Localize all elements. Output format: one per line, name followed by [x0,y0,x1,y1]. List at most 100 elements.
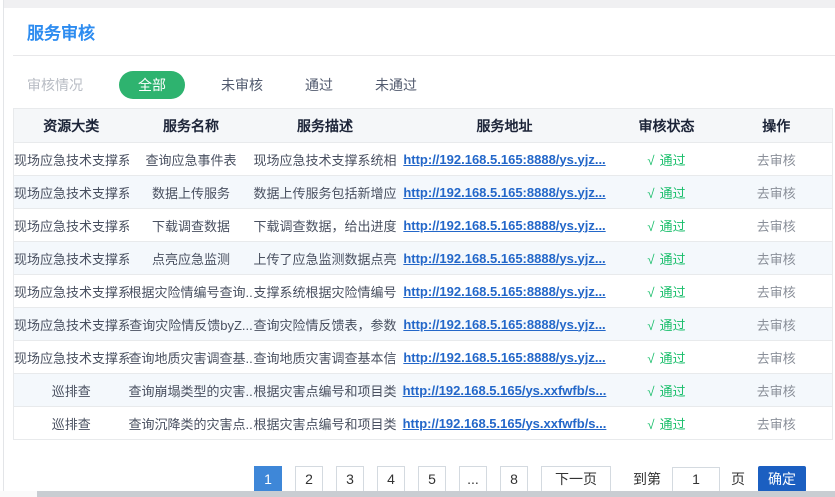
go-review-link[interactable]: 去审核 [757,351,796,366]
tab-all[interactable]: 全部 [119,71,185,99]
cell-operation: 去审核 [721,407,833,440]
page-button-8[interactable]: 8 [500,466,528,491]
check-mark-icon: √ [647,186,654,201]
cell-service-description: 根据灾害点编号和项目类... [254,407,397,440]
service-url-link[interactable]: http://192.168.5.165:8888/ys.yjz... [403,284,605,299]
cell-operation: 去审核 [721,209,833,242]
cell-operation: 去审核 [721,242,833,275]
cell-resource-category: 现场应急技术支撑系统 [14,209,129,242]
service-url-link[interactable]: http://192.168.5.165:8888/ys.yjz... [403,317,605,332]
page-button-4[interactable]: 4 [377,466,405,491]
check-mark-icon: √ [647,384,654,399]
status-text: 通过 [660,285,686,300]
services-table: 资源大类 服务名称 服务描述 服务地址 审核状态 操作 现场应急技术支撑系统 查… [13,108,833,440]
next-page-button[interactable]: 下一页 [541,466,611,491]
cell-service-name: 数据上传服务 [129,176,254,209]
status-text: 通过 [660,318,686,333]
check-mark-icon: √ [647,351,654,366]
tab-failed[interactable]: 未通过 [369,71,423,99]
page-button-5[interactable]: 5 [418,466,446,491]
go-review-link[interactable]: 去审核 [757,219,796,234]
go-review-link[interactable]: 去审核 [757,153,796,168]
status-text: 通过 [660,153,686,168]
table-header-row: 资源大类 服务名称 服务描述 服务地址 审核状态 操作 [14,109,833,143]
tab-passed[interactable]: 通过 [299,71,339,99]
service-url-link[interactable]: http://192.168.5.165/ys.xxfwfb/s... [403,383,607,398]
goto-page-label: 到第 [633,469,661,489]
goto-page-suffix: 页 [731,469,745,489]
page-top-band [4,0,835,8]
go-review-link[interactable]: 去审核 [757,186,796,201]
status-text: 通过 [660,252,686,267]
go-review-link[interactable]: 去审核 [757,384,796,399]
service-url-link[interactable]: http://192.168.5.165:8888/ys.yjz... [403,152,605,167]
column-header-review-status: 审核状态 [613,109,721,143]
cell-operation: 去审核 [721,308,833,341]
cell-operation: 去审核 [721,176,833,209]
cell-service-name: 下载调查数据 [129,209,254,242]
cell-resource-category: 现场应急技术支撑系统 [14,341,129,374]
service-review-panel: 服务审核 审核情况 全部 未审核 通过 未通过 资源大类 服务名称 服务描述 服… [4,8,835,491]
cell-service-description: 查询地质灾害调查基本信... [254,341,397,374]
cell-service-name: 查询灾险情反馈byZ... [129,308,254,341]
filter-label: 审核情况 [27,75,83,95]
pagination-pages: 12345... 8 [254,466,541,491]
status-text: 通过 [660,351,686,366]
page-button-3[interactable]: 3 [336,466,364,491]
panel-header: 服务审核 [13,8,835,56]
table-row: 现场应急技术支撑系统 点亮应急监测 上传了应急监测数据点亮... http://… [14,242,833,275]
cell-service-description: 数据上传服务包括新增应... [254,176,397,209]
cell-service-description: 现场应急技术支撑系统相... [254,143,397,176]
cell-service-url: http://192.168.5.165/ys.xxfwfb/s... [397,407,613,440]
table-row: 现场应急技术支撑系统 查询地质灾害调查基... 查询地质灾害调查基本信... h… [14,341,833,374]
status-text: 通过 [660,186,686,201]
table-row: 现场应急技术支撑系统 查询应急事件表 现场应急技术支撑系统相... http:/… [14,143,833,176]
table-body: 现场应急技术支撑系统 查询应急事件表 现场应急技术支撑系统相... http:/… [14,143,833,440]
cell-service-description: 上传了应急监测数据点亮... [254,242,397,275]
column-header-resource-category: 资源大类 [14,109,129,143]
goto-page-input[interactable] [672,467,720,492]
cell-service-url: http://192.168.5.165:8888/ys.yjz... [397,242,613,275]
cell-service-description: 根据灾害点编号和项目类... [254,374,397,407]
cell-service-name: 查询沉降类的灾害点... [129,407,254,440]
service-url-link[interactable]: http://192.168.5.165:8888/ys.yjz... [403,251,605,266]
confirm-button[interactable]: 确定 [758,466,806,491]
cell-service-name: 点亮应急监测 [129,242,254,275]
service-url-link[interactable]: http://192.168.5.165:8888/ys.yjz... [403,350,605,365]
cell-review-status: √ 通过 [613,242,721,275]
table-row: 现场应急技术支撑系统 查询灾险情反馈byZ... 查询灾险情反馈表，参数... … [14,308,833,341]
table-row: 巡排查 查询沉降类的灾害点... 根据灾害点编号和项目类... http://1… [14,407,833,440]
cell-resource-category: 巡排查 [14,374,129,407]
page-ellipsis-button[interactable]: ... [459,466,487,491]
horizontal-scrollbar[interactable] [0,491,835,497]
cell-service-name: 根据灾险情编号查询... [129,275,254,308]
go-review-link[interactable]: 去审核 [757,252,796,267]
cell-service-name: 查询应急事件表 [129,143,254,176]
horizontal-scrollbar-thumb[interactable] [37,491,835,497]
check-mark-icon: √ [647,252,654,267]
status-text: 通过 [660,384,686,399]
cell-service-url: http://192.168.5.165:8888/ys.yjz... [397,308,613,341]
go-review-link[interactable]: 去审核 [757,417,796,432]
page-button-2[interactable]: 2 [295,466,323,491]
check-mark-icon: √ [647,285,654,300]
go-review-link[interactable]: 去审核 [757,285,796,300]
service-url-link[interactable]: http://192.168.5.165:8888/ys.yjz... [403,185,605,200]
cell-service-description: 下载调查数据，给出进度... [254,209,397,242]
page-button-1[interactable]: 1 [254,466,282,491]
service-url-link[interactable]: http://192.168.5.165/ys.xxfwfb/s... [403,416,607,431]
cell-resource-category: 巡排查 [14,407,129,440]
cell-service-url: http://192.168.5.165:8888/ys.yjz... [397,143,613,176]
cell-resource-category: 现场应急技术支撑系统 [14,308,129,341]
cell-service-url: http://192.168.5.165:8888/ys.yjz... [397,275,613,308]
cell-service-description: 支撑系统根据灾险情编号... [254,275,397,308]
cell-review-status: √通过 [613,209,721,242]
column-header-service-name: 服务名称 [129,109,254,143]
go-review-link[interactable]: 去审核 [757,318,796,333]
column-header-service-url: 服务地址 [397,109,613,143]
cell-review-status: √通过 [613,143,721,176]
tab-unreviewed[interactable]: 未审核 [215,71,269,99]
cell-service-description: 查询灾险情反馈表，参数... [254,308,397,341]
cell-service-name: 查询崩塌类型的灾害... [129,374,254,407]
service-url-link[interactable]: http://192.168.5.165:8888/ys.yjz... [403,218,605,233]
